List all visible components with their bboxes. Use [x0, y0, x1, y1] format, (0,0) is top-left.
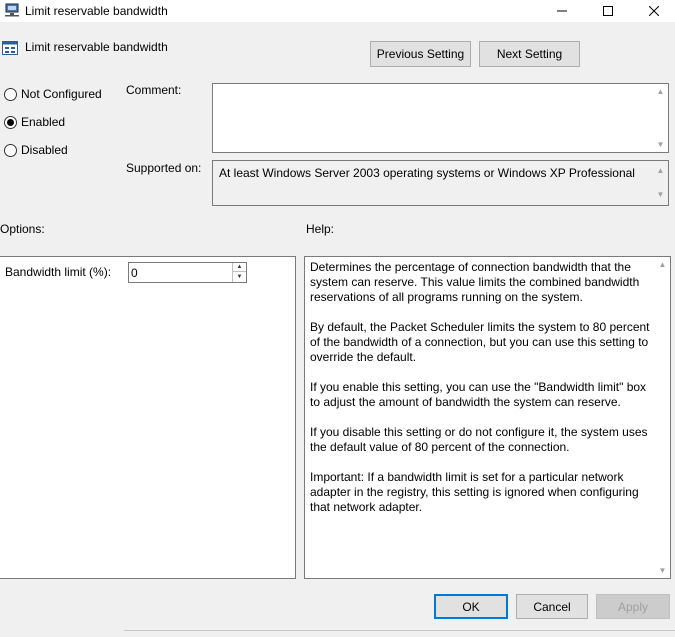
help-paragraph: Important: If a bandwidth limit is set f…	[310, 470, 639, 514]
help-paragraph: If you disable this setting or do not co…	[310, 425, 648, 454]
scroll-down-icon[interactable]: ▼	[657, 188, 665, 202]
cancel-button[interactable]: Cancel	[516, 594, 588, 619]
scroll-up-icon[interactable]: ▲	[657, 87, 665, 96]
radio-label: Enabled	[21, 115, 66, 129]
minimize-button[interactable]	[540, 0, 584, 22]
radio-not-configured[interactable]: Not Configured	[4, 87, 102, 101]
comment-label: Comment:	[126, 83, 182, 97]
options-heading: Options:	[0, 222, 45, 236]
minimize-icon	[557, 10, 567, 12]
policy-setting-icon	[2, 41, 18, 55]
help-pane: Determines the percentage of connection …	[304, 256, 671, 579]
next-setting-button[interactable]: Next Setting	[479, 41, 580, 67]
radio-disabled[interactable]: Disabled	[4, 143, 68, 157]
maximize-icon	[603, 6, 613, 16]
scroll-up-icon[interactable]: ▲	[657, 164, 665, 178]
setting-title: Limit reservable bandwidth	[25, 40, 168, 54]
radio-label: Not Configured	[21, 87, 102, 101]
help-paragraph: If you enable this setting, you can use …	[310, 380, 647, 409]
scroll-up-icon[interactable]: ▲	[659, 260, 667, 269]
supported-scrollbar[interactable]: ▲ ▼	[653, 161, 668, 205]
maximize-button[interactable]	[586, 0, 630, 22]
ok-button[interactable]: OK	[434, 594, 508, 619]
supported-on-field: At least Windows Server 2003 operating s…	[212, 160, 669, 206]
apply-button[interactable]: Apply	[596, 594, 670, 619]
window-title: Limit reservable bandwidth	[25, 4, 168, 18]
help-paragraph: Determines the percentage of connection …	[310, 260, 640, 304]
radio-indicator	[4, 143, 17, 157]
scroll-down-icon[interactable]: ▼	[659, 566, 667, 575]
comment-field[interactable]: ▲ ▼	[212, 83, 669, 153]
spin-up-icon[interactable]: ▲	[233, 263, 246, 272]
radio-indicator	[4, 115, 17, 129]
close-icon	[649, 6, 659, 16]
network-policy-icon	[5, 3, 19, 17]
help-paragraph: By default, the Packet Scheduler limits …	[310, 320, 650, 364]
supported-on-label: Supported on:	[126, 161, 202, 175]
supported-on-text: At least Windows Server 2003 operating s…	[219, 166, 635, 180]
radio-enabled[interactable]: Enabled	[4, 115, 65, 129]
help-scrollbar[interactable]: ▲ ▼	[655, 257, 670, 578]
bandwidth-limit-input[interactable]	[131, 265, 231, 280]
radio-label: Disabled	[21, 143, 68, 157]
scroll-down-icon[interactable]: ▼	[657, 140, 665, 149]
help-heading: Help:	[306, 222, 335, 236]
comment-scrollbar[interactable]: ▲ ▼	[653, 84, 668, 152]
previous-setting-button[interactable]: Previous Setting	[370, 41, 471, 67]
spin-buttons[interactable]: ▲ ▼	[232, 263, 246, 282]
title-bar: Limit reservable bandwidth	[0, 0, 675, 22]
options-pane: Bandwidth limit (%): ▲ ▼	[0, 256, 296, 579]
spin-down-icon[interactable]: ▼	[233, 272, 246, 281]
bandwidth-limit-stepper[interactable]: ▲ ▼	[128, 262, 247, 283]
close-button[interactable]	[632, 0, 675, 22]
help-text: Determines the percentage of connection …	[310, 260, 655, 530]
radio-indicator	[4, 87, 17, 101]
bandwidth-limit-label: Bandwidth limit (%):	[5, 265, 112, 279]
divider	[124, 630, 675, 631]
